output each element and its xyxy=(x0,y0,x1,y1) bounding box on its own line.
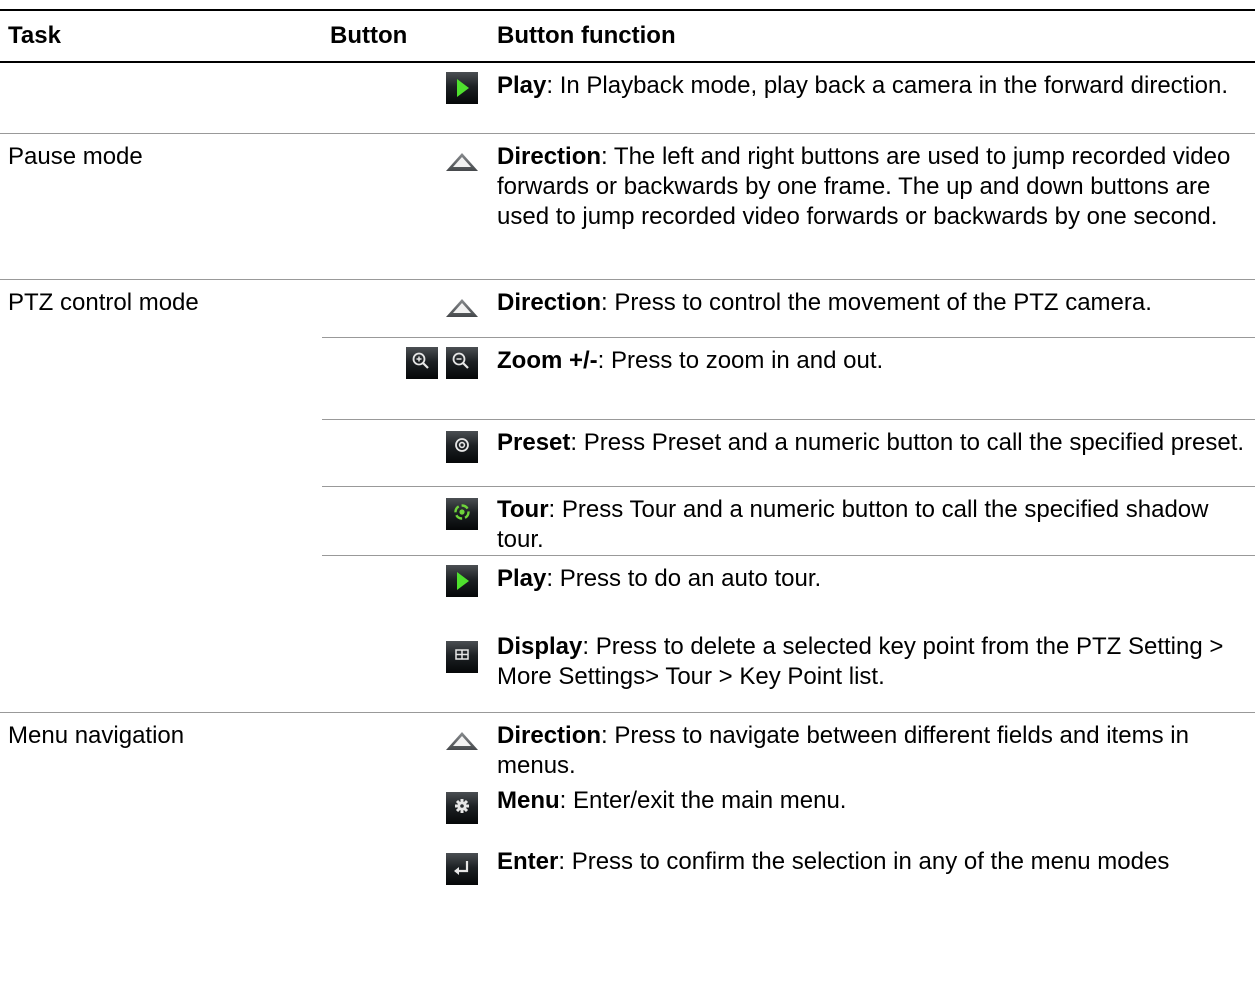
function-name: Play xyxy=(497,72,547,99)
function-cell: Direction: Press to navigate between dif… xyxy=(489,711,1255,786)
tour-icon xyxy=(446,497,478,530)
function-cell: Enter: Press to confirm the selection in… xyxy=(489,846,1255,906)
task-cell xyxy=(0,337,322,419)
function-cell: Direction: Press to control the movement… xyxy=(489,278,1255,337)
function-description: : Press to control the movement of the P… xyxy=(601,288,1152,316)
button-function-table: Task Button Button function Play: In Pla… xyxy=(0,9,1255,906)
menu-gear-icon xyxy=(446,792,478,824)
table-row: Play: Press to do an auto tour. xyxy=(0,554,1255,624)
button-cell xyxy=(322,336,489,419)
table-row: Zoom +/-: Press to zoom in and out. xyxy=(0,336,1255,419)
button-cell xyxy=(322,554,489,624)
function-description: : Press to zoom in and out. xyxy=(597,346,884,374)
function-cell: Play: Press to do an auto tour. xyxy=(489,554,1255,624)
button-cell xyxy=(322,624,489,712)
function-description: : Press to do an auto tour. xyxy=(546,564,822,592)
table-row: PTZ control mode Direction: Press to con… xyxy=(0,278,1255,337)
function-name: Display xyxy=(497,633,583,660)
function-description: : Press to confirm the selection in any … xyxy=(558,848,1170,875)
header-button: Button xyxy=(322,9,489,63)
function-name: Zoom +/- xyxy=(497,346,598,374)
function-name: Preset xyxy=(497,428,571,456)
task-cell xyxy=(0,555,322,624)
direction-up-icon xyxy=(446,147,478,171)
function-cell: Preset: Press Preset and a numeric butto… xyxy=(489,418,1255,486)
direction-up-icon xyxy=(446,293,478,317)
table-row: Menu navigation Direction: Press to navi… xyxy=(0,711,1255,786)
zoom-out-icon xyxy=(446,346,478,379)
table-row: Play: In Playback mode, play back a came… xyxy=(0,62,1255,133)
task-cell xyxy=(0,846,322,906)
button-cell xyxy=(322,711,489,786)
function-cell: Play: In Playback mode, play back a came… xyxy=(489,62,1255,133)
table-row: Pause mode Direction: The left and right… xyxy=(0,132,1255,279)
header-task: Task xyxy=(0,9,322,63)
button-cell xyxy=(322,485,489,555)
function-name: Enter xyxy=(497,848,559,875)
function-cell: Tour: Press Tour and a numeric button to… xyxy=(489,485,1255,555)
task-cell: Menu navigation xyxy=(0,711,322,786)
button-cell xyxy=(322,418,489,486)
table-row: Tour: Press Tour and a numeric button to… xyxy=(0,485,1255,555)
play-icon xyxy=(446,564,478,597)
task-cell xyxy=(0,624,322,712)
function-description: : Press to navigate between different fi… xyxy=(497,721,1189,779)
table-row: Preset: Press Preset and a numeric butto… xyxy=(0,418,1255,486)
play-icon xyxy=(446,72,478,104)
button-cell xyxy=(322,278,489,337)
function-description: : Press Tour and a numeric button to cal… xyxy=(497,495,1209,553)
task-cell xyxy=(0,419,322,486)
table-row: Menu: Enter/exit the main menu. xyxy=(0,786,1255,846)
function-name: Menu xyxy=(497,787,560,814)
zoom-in-icon xyxy=(406,346,438,379)
function-name: Direction xyxy=(497,142,602,170)
function-description: : Enter/exit the main menu. xyxy=(559,787,847,814)
button-cell xyxy=(322,62,489,133)
header-button-function: Button function xyxy=(489,9,1255,63)
button-cell xyxy=(322,786,489,846)
table-row: Display: Press to delete a selected key … xyxy=(0,624,1255,712)
function-name: Play xyxy=(497,564,547,592)
button-cell xyxy=(322,132,489,279)
display-icon xyxy=(446,641,478,673)
task-cell xyxy=(0,786,322,846)
table-row: Enter: Press to confirm the selection in… xyxy=(0,846,1255,906)
function-description: : Press Preset and a numeric button to c… xyxy=(570,428,1245,456)
direction-up-icon xyxy=(446,726,478,750)
function-name: Direction xyxy=(497,288,602,316)
button-cell xyxy=(322,846,489,906)
table-header-row: Task Button Button function xyxy=(0,9,1255,63)
function-description: : In Playback mode, play back a camera i… xyxy=(546,72,1229,99)
task-cell: Pause mode xyxy=(0,132,322,279)
function-cell: Display: Press to delete a selected key … xyxy=(489,624,1255,712)
task-cell: PTZ control mode xyxy=(0,278,322,337)
function-cell: Zoom +/-: Press to zoom in and out. xyxy=(489,336,1255,419)
preset-icon xyxy=(446,430,478,463)
function-description: : Press to delete a selected key point f… xyxy=(497,633,1224,690)
task-cell xyxy=(0,62,322,133)
task-cell xyxy=(0,486,322,555)
function-name: Tour xyxy=(497,495,549,523)
enter-icon xyxy=(446,853,478,885)
function-description: : The left and right buttons are used to… xyxy=(497,142,1231,230)
function-cell: Direction: The left and right buttons ar… xyxy=(489,132,1255,279)
function-name: Direction xyxy=(497,721,602,749)
function-cell: Menu: Enter/exit the main menu. xyxy=(489,786,1255,846)
